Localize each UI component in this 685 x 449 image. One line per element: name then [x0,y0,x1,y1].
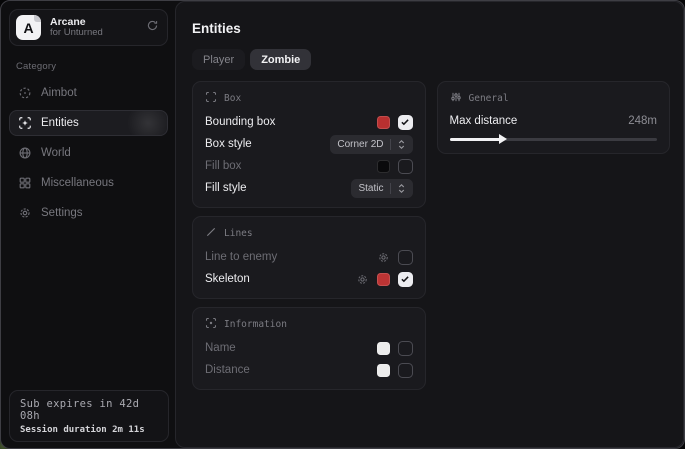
general-card: General Max distance 248m [437,81,671,154]
sidebar-header: A Arcane for Unturned [9,9,168,46]
sidebar-nav: Aimbot Entities World [9,80,168,226]
information-card: Information Name Distance [192,307,426,390]
main-panel: Entities Player Zombie Box [175,1,684,448]
entity-tabs: Player Zombie [192,49,670,70]
sidebar-item-label: Miscellaneous [41,177,114,189]
distance-checkbox[interactable] [398,363,413,378]
setting-row-fill-box: Fill box [205,155,413,177]
fill-box-checkbox[interactable] [398,159,413,174]
crosshair-icon [18,86,32,100]
tab-zombie[interactable]: Zombie [250,49,311,70]
color-swatch[interactable] [377,116,390,129]
sidebar-item-label: Aimbot [41,87,77,99]
fill-style-dropdown[interactable]: Static [351,179,412,198]
setting-row-bounding-box: Bounding box [205,111,413,133]
setting-row-skeleton: Skeleton [205,268,413,290]
setting-row-distance: Distance [205,359,413,381]
app-logo: A [16,15,41,40]
sidebar-item-miscellaneous[interactable]: Miscellaneous [9,170,168,196]
box-card: Box Bounding box Box style [192,81,426,208]
color-swatch[interactable] [377,364,390,377]
setting-row-fill-style: Fill style Static [205,177,413,199]
app-subtitle: for Unturned [50,28,137,39]
entities-scan-icon [18,116,32,130]
setting-row-line-to-enemy: Line to enemy [205,246,413,268]
card-title: General [469,93,509,104]
line-to-enemy-checkbox[interactable] [398,250,413,265]
box-style-dropdown[interactable]: Corner 2D [330,135,412,154]
sliders-icon [450,91,462,106]
color-swatch[interactable] [377,342,390,355]
card-title: Box [224,93,241,104]
skeleton-checkbox[interactable] [398,272,413,287]
globe-icon [18,146,32,160]
session-duration-text: Session duration 2m 11s [20,425,158,435]
config-gear-icon[interactable] [356,273,369,286]
sidebar-item-world[interactable]: World [9,140,168,166]
chevron-updown-icon [397,183,406,194]
color-swatch[interactable] [377,273,390,286]
app-window: A Arcane for Unturned Category Aimbot [0,0,685,449]
color-swatch[interactable] [377,160,390,173]
subscription-status: Sub expires in 42d 08h Session duration … [9,390,169,442]
sidebar-item-label: Settings [41,207,83,219]
sidebar-item-entities[interactable]: Entities [9,110,168,136]
sub-expires-text: Sub expires in 42d 08h [20,398,158,422]
chevron-updown-icon [397,139,406,150]
category-label: Category [16,61,168,72]
scan-corners-icon [205,91,217,106]
grid-icon [18,176,32,190]
sidebar-item-aimbot[interactable]: Aimbot [9,80,168,106]
setting-row-name: Name [205,337,413,359]
bounding-box-checkbox[interactable] [398,115,413,130]
config-gear-icon[interactable] [377,251,390,264]
card-title: Lines [224,228,253,239]
page-title: Entities [192,21,670,36]
sidebar-item-label: Entities [41,117,79,129]
setting-row-box-style: Box style Corner 2D [205,133,413,155]
max-distance-row: Max distance 248m [450,111,658,131]
sidebar: A Arcane for Unturned Category Aimbot [1,1,176,448]
gear-icon [18,206,32,220]
card-title: Information [224,319,287,330]
slider-label: Max distance [450,115,518,127]
diagonal-line-icon [205,226,217,241]
name-checkbox[interactable] [398,341,413,356]
sidebar-item-settings[interactable]: Settings [9,200,168,226]
tab-player[interactable]: Player [192,49,245,70]
slider-value: 248m [628,115,657,127]
max-distance-slider[interactable] [450,133,658,145]
slider-thumb[interactable] [499,134,507,144]
lines-card: Lines Line to enemy [192,216,426,299]
refresh-icon[interactable] [146,19,159,37]
info-scan-icon [205,317,217,332]
sidebar-item-label: World [41,147,71,159]
